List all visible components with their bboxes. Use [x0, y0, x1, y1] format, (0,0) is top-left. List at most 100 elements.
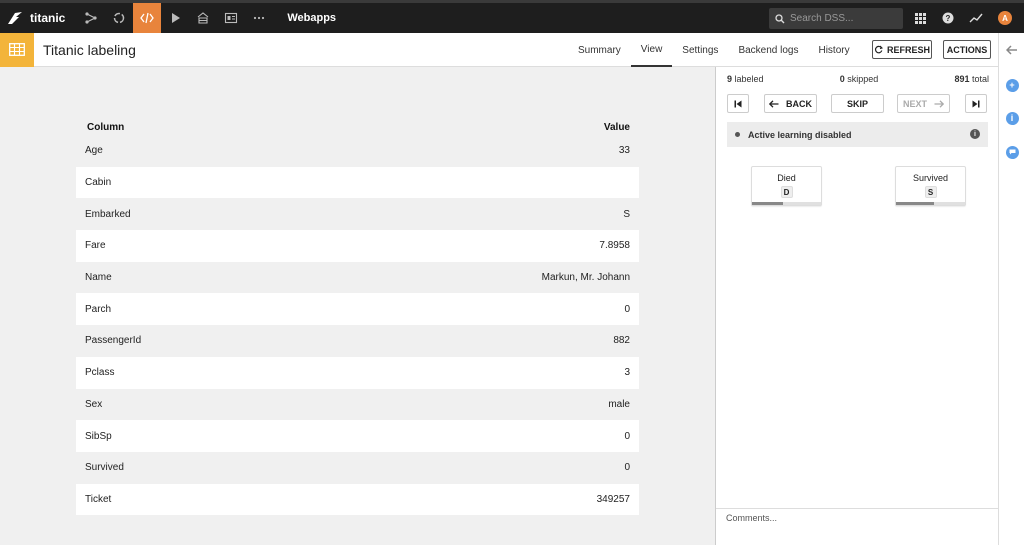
row-value: male [608, 398, 630, 410]
project-name[interactable]: titanic [30, 11, 65, 25]
flow-icon[interactable] [77, 3, 105, 33]
table-row: Parch 0 [76, 293, 639, 326]
row-value: 33 [618, 145, 630, 157]
apps-grid-icon[interactable] [907, 3, 933, 33]
labeled-count: 9 labeled [727, 74, 764, 84]
info-icon[interactable]: i [970, 129, 980, 139]
search-box[interactable] [769, 8, 903, 29]
table-row: PassengerId 882 [76, 325, 639, 357]
nav-section-label[interactable]: Webapps [287, 12, 336, 24]
actions-button[interactable]: ACTIONS [943, 40, 991, 59]
row-column: Name [85, 272, 112, 284]
row-column: Sex [85, 398, 103, 410]
active-learning-text: Active learning disabled [748, 129, 852, 140]
tab-history[interactable]: History [808, 33, 859, 67]
label-option-survived[interactable]: Survived S [895, 166, 966, 206]
label-shortcut-key: S [924, 186, 937, 198]
tab-backend-logs[interactable]: Backend logs [728, 33, 808, 67]
row-value: 3 [624, 367, 630, 379]
row-column: Survived [85, 462, 124, 474]
code-icon[interactable] [133, 3, 162, 33]
page-title: Titanic labeling [43, 41, 136, 58]
skip-back-icon [734, 100, 742, 107]
next-label: NEXT [902, 98, 927, 109]
first-record-button[interactable] [727, 94, 749, 113]
label-progress-bar [896, 202, 965, 205]
tab-view[interactable]: View [630, 33, 673, 67]
row-column: Parch [85, 303, 112, 315]
tab-summary[interactable]: Summary [568, 33, 631, 67]
right-side-rail: + i [998, 33, 1024, 545]
skip-button[interactable]: SKIP [831, 94, 884, 113]
column-header: Column [87, 121, 125, 133]
last-record-button[interactable] [965, 94, 987, 113]
value-header: Value [603, 121, 630, 133]
label-name: Survived [912, 173, 948, 183]
next-button[interactable]: NEXT [897, 94, 950, 113]
back-label: BACK [786, 98, 812, 109]
refresh-icon [874, 45, 883, 54]
user-menu[interactable]: A [992, 3, 1018, 33]
row-value: 882 [613, 335, 630, 347]
arrow-left-icon[interactable] [1005, 43, 1019, 57]
row-column: PassengerId [85, 335, 142, 347]
table-row: Pclass 3 [76, 356, 639, 389]
dashboard-icon[interactable] [217, 3, 245, 33]
search-input[interactable] [790, 13, 890, 24]
tab-settings[interactable]: Settings [672, 33, 728, 67]
row-value: 7.8958 [599, 240, 630, 252]
label-progress-bar [752, 202, 821, 205]
row-value: 0 [624, 303, 630, 315]
top-navigation-bar: titanic Webapps ? A [0, 0, 1024, 33]
record-table-header: Column Value [76, 119, 639, 135]
label-name: Died [777, 173, 796, 183]
arrow-right-icon [934, 99, 944, 108]
comments-area [716, 508, 998, 545]
row-column: Fare [85, 240, 106, 252]
info-icon[interactable]: i [1005, 111, 1019, 125]
record-rows: Age 33 Cabin Embarked S Fare 7.8958 Name Mar… [76, 135, 639, 516]
table-row: Survived 0 [76, 451, 639, 484]
skip-forward-icon [972, 100, 980, 107]
active-learning-status: Active learning disabled i [727, 122, 988, 147]
play-icon[interactable] [161, 3, 189, 33]
dataiku-logo-icon[interactable] [0, 3, 30, 33]
row-value: 0 [624, 430, 630, 442]
skipped-count: 0 skipped [839, 74, 879, 84]
add-icon[interactable]: + [1005, 78, 1019, 92]
svg-text:?: ? [946, 14, 951, 23]
table-row: Name Markun, Mr. Johann [76, 261, 639, 294]
avatar[interactable]: A [998, 11, 1012, 25]
row-value: 0 [624, 462, 630, 474]
labeling-panel: 9 labeled 0 skipped 891 total BACK SKIP … [715, 67, 998, 545]
back-button[interactable]: BACK [764, 94, 817, 113]
row-column: Ticket [85, 493, 112, 505]
label-option-died[interactable]: Died D [751, 166, 822, 206]
more-icon[interactable] [245, 3, 273, 33]
table-row: Fare 7.8958 [76, 230, 639, 262]
row-column: Age [85, 145, 103, 157]
help-icon[interactable]: ? [935, 3, 961, 33]
table-row: Embarked S [76, 198, 639, 231]
refresh-button[interactable]: REFRESH [872, 40, 932, 59]
arrow-left-icon [769, 99, 779, 108]
refresh-label: REFRESH [886, 44, 930, 55]
table-row: SibSp 0 [76, 420, 639, 452]
deploy-icon[interactable] [189, 3, 217, 33]
search-icon [775, 13, 785, 23]
comments-input[interactable] [716, 509, 998, 545]
webapp-header: Titanic labeling Summary View Settings B… [0, 32, 998, 67]
row-column: Cabin [85, 177, 112, 189]
row-column: Pclass [85, 367, 115, 379]
recycle-icon[interactable] [105, 3, 133, 33]
row-column: Embarked [85, 208, 131, 220]
activity-icon[interactable] [963, 3, 989, 33]
row-value: S [623, 208, 630, 220]
table-row: Cabin [76, 166, 639, 199]
labeling-counts: 9 labeled 0 skipped 891 total [727, 74, 989, 84]
total-count: 891 total [954, 74, 989, 84]
row-value: 349257 [596, 493, 630, 505]
chat-icon[interactable] [1005, 145, 1019, 159]
webapp-table-icon [0, 32, 34, 67]
table-row: Age 33 [76, 135, 639, 167]
